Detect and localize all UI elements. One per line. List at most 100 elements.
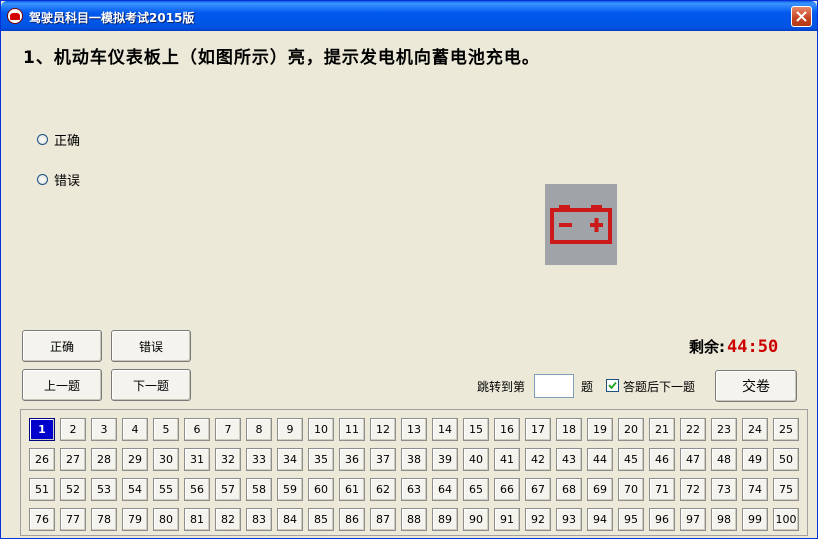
option-correct[interactable]: 正确	[37, 130, 80, 149]
question-number-button[interactable]: 31	[184, 448, 210, 471]
question-number-button[interactable]: 40	[463, 448, 489, 471]
close-button[interactable]	[791, 6, 812, 27]
question-number-button[interactable]: 62	[370, 478, 396, 501]
question-number-button[interactable]: 32	[215, 448, 241, 471]
question-number-button[interactable]: 96	[649, 508, 675, 531]
question-number-button[interactable]: 36	[339, 448, 365, 471]
question-number-button[interactable]: 20	[618, 418, 644, 441]
question-number-button[interactable]: 91	[494, 508, 520, 531]
question-number-button[interactable]: 21	[649, 418, 675, 441]
question-number-button[interactable]: 58	[246, 478, 272, 501]
question-number-button[interactable]: 81	[184, 508, 210, 531]
question-number-button[interactable]: 78	[91, 508, 117, 531]
question-number-button[interactable]: 53	[91, 478, 117, 501]
question-number-button[interactable]: 59	[277, 478, 303, 501]
question-number-button[interactable]: 17	[525, 418, 551, 441]
question-number-button[interactable]: 44	[587, 448, 613, 471]
question-number-button[interactable]: 16	[494, 418, 520, 441]
question-number-button[interactable]: 63	[401, 478, 427, 501]
question-number-button[interactable]: 22	[680, 418, 706, 441]
question-number-button[interactable]: 19	[587, 418, 613, 441]
question-number-button[interactable]: 7	[215, 418, 241, 441]
question-number-button[interactable]: 97	[680, 508, 706, 531]
question-number-button[interactable]: 43	[556, 448, 582, 471]
question-number-button[interactable]: 24	[742, 418, 768, 441]
answer-wrong-button[interactable]: 错误	[111, 330, 191, 362]
question-number-button[interactable]: 88	[401, 508, 427, 531]
question-number-button[interactable]: 56	[184, 478, 210, 501]
next-question-button[interactable]: 下一题	[111, 369, 191, 401]
question-number-button[interactable]: 65	[463, 478, 489, 501]
question-number-button[interactable]: 64	[432, 478, 458, 501]
question-number-button[interactable]: 84	[277, 508, 303, 531]
question-number-button[interactable]: 80	[153, 508, 179, 531]
question-number-button[interactable]: 13	[401, 418, 427, 441]
question-number-button[interactable]: 37	[370, 448, 396, 471]
question-number-button[interactable]: 15	[463, 418, 489, 441]
option-wrong[interactable]: 错误	[37, 170, 80, 189]
question-number-button[interactable]: 92	[525, 508, 551, 531]
question-number-button[interactable]: 26	[29, 448, 55, 471]
question-number-button[interactable]: 66	[494, 478, 520, 501]
question-number-button[interactable]: 4	[122, 418, 148, 441]
question-number-button[interactable]: 99	[742, 508, 768, 531]
question-number-button[interactable]: 55	[153, 478, 179, 501]
question-number-button[interactable]: 11	[339, 418, 365, 441]
question-number-button[interactable]: 100	[773, 508, 799, 531]
question-number-button[interactable]: 82	[215, 508, 241, 531]
question-number-button[interactable]: 46	[649, 448, 675, 471]
question-number-button[interactable]: 49	[742, 448, 768, 471]
question-number-button[interactable]: 9	[277, 418, 303, 441]
question-number-button[interactable]: 72	[680, 478, 706, 501]
question-number-button[interactable]: 89	[432, 508, 458, 531]
question-number-button[interactable]: 18	[556, 418, 582, 441]
question-number-button[interactable]: 30	[153, 448, 179, 471]
question-number-button[interactable]: 38	[401, 448, 427, 471]
question-number-button[interactable]: 29	[122, 448, 148, 471]
question-number-button[interactable]: 87	[370, 508, 396, 531]
auto-next-checkbox[interactable]	[606, 379, 619, 392]
question-number-button[interactable]: 73	[711, 478, 737, 501]
question-number-button[interactable]: 94	[587, 508, 613, 531]
radio-button[interactable]	[37, 173, 48, 185]
question-number-button[interactable]: 90	[463, 508, 489, 531]
question-number-button[interactable]: 25	[773, 418, 799, 441]
question-number-button[interactable]: 14	[432, 418, 458, 441]
question-number-button[interactable]: 47	[680, 448, 706, 471]
question-number-button[interactable]: 95	[618, 508, 644, 531]
submit-exam-button[interactable]: 交卷	[715, 370, 797, 402]
question-number-button[interactable]: 83	[246, 508, 272, 531]
question-number-button[interactable]: 10	[308, 418, 334, 441]
answer-correct-button[interactable]: 正确	[22, 330, 102, 362]
question-number-button[interactable]: 54	[122, 478, 148, 501]
question-number-button[interactable]: 35	[308, 448, 334, 471]
question-number-button[interactable]: 51	[29, 478, 55, 501]
question-number-button[interactable]: 57	[215, 478, 241, 501]
question-number-button[interactable]: 41	[494, 448, 520, 471]
question-number-button[interactable]: 75	[773, 478, 799, 501]
question-number-button[interactable]: 39	[432, 448, 458, 471]
question-number-button[interactable]: 50	[773, 448, 799, 471]
question-number-button[interactable]: 77	[60, 508, 86, 531]
title-bar[interactable]: 驾驶员科目一模拟考试2015版	[1, 1, 817, 31]
question-number-button[interactable]: 52	[60, 478, 86, 501]
question-number-button[interactable]: 3	[91, 418, 117, 441]
question-number-button[interactable]: 33	[246, 448, 272, 471]
question-number-button[interactable]: 27	[60, 448, 86, 471]
question-number-button[interactable]: 48	[711, 448, 737, 471]
question-number-button[interactable]: 45	[618, 448, 644, 471]
question-number-button[interactable]: 42	[525, 448, 551, 471]
question-number-button[interactable]: 6	[184, 418, 210, 441]
question-number-button[interactable]: 93	[556, 508, 582, 531]
question-number-button[interactable]: 5	[153, 418, 179, 441]
question-number-button[interactable]: 8	[246, 418, 272, 441]
question-number-button[interactable]: 67	[525, 478, 551, 501]
prev-question-button[interactable]: 上一题	[22, 369, 102, 401]
question-number-button[interactable]: 85	[308, 508, 334, 531]
question-number-button[interactable]: 79	[122, 508, 148, 531]
question-number-button[interactable]: 98	[711, 508, 737, 531]
question-number-button[interactable]: 76	[29, 508, 55, 531]
question-number-button[interactable]: 61	[339, 478, 365, 501]
question-number-button[interactable]: 28	[91, 448, 117, 471]
jump-question-input[interactable]	[534, 374, 574, 398]
